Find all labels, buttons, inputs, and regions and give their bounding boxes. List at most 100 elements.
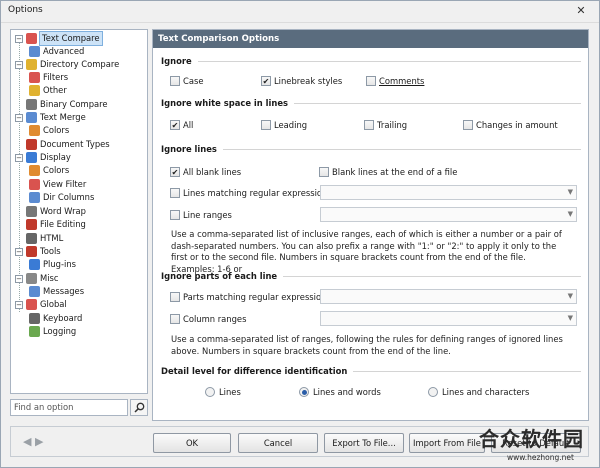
- collapse-icon[interactable]: −: [15, 60, 23, 69]
- tree-item-html[interactable]: HTML: [26, 232, 63, 245]
- view-filter-icon: [29, 179, 40, 190]
- tree-item-label: Messages: [43, 286, 85, 296]
- tree-item-directory-compare[interactable]: − Directory Compare: [15, 58, 119, 71]
- tree-item-keyboard[interactable]: Keyboard: [29, 312, 82, 325]
- checkbox-box[interactable]: [364, 120, 374, 130]
- detail-lines-words-radio[interactable]: Lines and words: [299, 387, 381, 397]
- section-ignore: Ignore: [161, 56, 581, 66]
- tree-item-logging[interactable]: Logging: [29, 325, 76, 338]
- tree-item-label: Binary Compare: [40, 99, 108, 109]
- whitespace-changes-checkbox[interactable]: Changes in amount: [463, 120, 558, 130]
- checkbox-box[interactable]: [261, 120, 271, 130]
- title-bar: Options ✕: [1, 1, 599, 23]
- column-ranges-dropdown[interactable]: ▼: [320, 311, 577, 326]
- parts-regex-checkbox[interactable]: Parts matching regular expression: [170, 292, 326, 302]
- ignore-comments-checkbox[interactable]: Comments: [366, 76, 424, 86]
- radio-dot[interactable]: [428, 387, 438, 397]
- whitespace-leading-checkbox[interactable]: Leading: [261, 120, 307, 130]
- tree-item-messages[interactable]: Messages: [29, 285, 84, 298]
- ok-button[interactable]: OK: [153, 433, 231, 453]
- checkbox-box[interactable]: [170, 76, 180, 86]
- ignore-case-checkbox[interactable]: Case: [170, 76, 204, 86]
- tree-item-misc[interactable]: − Misc: [15, 272, 59, 285]
- whitespace-trailing-checkbox[interactable]: Trailing: [364, 120, 407, 130]
- radio-dot[interactable]: [299, 387, 309, 397]
- line-ranges-dropdown[interactable]: ▼: [320, 207, 577, 222]
- column-ranges-checkbox[interactable]: Column ranges: [170, 314, 246, 324]
- tree-item-display[interactable]: − Display: [15, 151, 71, 164]
- whitespace-all-checkbox[interactable]: ✔ All: [170, 120, 193, 130]
- tree-item-tools[interactable]: − Tools: [15, 245, 61, 258]
- tree-item-label: Word Wrap: [40, 206, 86, 216]
- lines-regex-dropdown[interactable]: ▼: [320, 185, 577, 200]
- radio-dot[interactable]: [205, 387, 215, 397]
- tree-item-dir-columns[interactable]: Dir Columns: [29, 191, 94, 204]
- tree-item-label: Colors: [43, 125, 70, 135]
- detail-lines-chars-radio[interactable]: Lines and characters: [428, 387, 529, 397]
- checkbox-box[interactable]: [366, 76, 376, 86]
- filter-icon: [29, 72, 40, 83]
- tree-item-binary-compare[interactable]: Binary Compare: [26, 98, 108, 111]
- find-option-input[interactable]: Find an option: [10, 399, 128, 416]
- keyboard-icon: [29, 313, 40, 324]
- collapse-icon[interactable]: −: [15, 153, 23, 162]
- cancel-button[interactable]: Cancel: [238, 433, 318, 453]
- tree-item-global[interactable]: − Global: [15, 298, 67, 311]
- import-button[interactable]: Import From File: [409, 433, 485, 453]
- checkbox-box[interactable]: ✔: [261, 76, 271, 86]
- tree-item-merge-colors[interactable]: Colors: [29, 124, 69, 137]
- chevron-down-icon: ▼: [567, 314, 573, 322]
- back-forward-icon[interactable]: ◀ ▶: [23, 435, 43, 448]
- ignore-linebreak-checkbox[interactable]: ✔ Linebreak styles: [261, 76, 342, 86]
- checkbox-box[interactable]: [170, 188, 180, 198]
- radio-label: Lines and words: [313, 387, 381, 397]
- column-ranges-help: Use a comma-separated list of ranges, fo…: [171, 334, 563, 356]
- misc-icon: [26, 273, 37, 284]
- collapse-icon[interactable]: −: [15, 274, 23, 283]
- checkbox-box[interactable]: ✔: [170, 167, 180, 177]
- advanced-icon: [29, 46, 40, 57]
- lines-regex-checkbox[interactable]: Lines matching regular expression: [170, 188, 327, 198]
- checkbox-box[interactable]: [170, 292, 180, 302]
- section-title: Ignore lines: [161, 144, 217, 154]
- search-button[interactable]: [130, 399, 148, 416]
- detail-lines-radio[interactable]: Lines: [205, 387, 241, 397]
- tree-item-label: Dir Columns: [43, 192, 95, 202]
- tree-item-file-editing[interactable]: File Editing: [26, 218, 86, 231]
- collapse-icon[interactable]: −: [15, 247, 23, 256]
- checkbox-label: Lines matching regular expression: [183, 188, 328, 198]
- collapse-icon[interactable]: −: [15, 300, 23, 309]
- checkbox-box[interactable]: [170, 314, 180, 324]
- tree-item-plug-ins[interactable]: Plug-ins: [29, 258, 76, 271]
- tree-item-text-merge[interactable]: − Text Merge: [15, 111, 86, 124]
- collapse-icon[interactable]: −: [15, 113, 23, 122]
- text-compare-icon: [26, 33, 37, 44]
- parts-regex-dropdown[interactable]: ▼: [320, 289, 577, 304]
- tree-item-word-wrap[interactable]: Word Wrap: [26, 205, 86, 218]
- line-ranges-checkbox[interactable]: Line ranges: [170, 210, 232, 220]
- tree-item-label: Filters: [43, 72, 69, 82]
- tree-item-display-colors[interactable]: Colors: [29, 164, 69, 177]
- close-icon[interactable]: ✕: [569, 4, 593, 18]
- tree-item-view-filter[interactable]: View Filter: [29, 178, 86, 191]
- checkbox-label: Case: [183, 76, 204, 86]
- all-blank-lines-checkbox[interactable]: ✔ All blank lines: [170, 167, 241, 177]
- tree-item-text-compare[interactable]: − Text Compare: [15, 31, 103, 46]
- tree-item-advanced[interactable]: Advanced: [29, 45, 84, 58]
- checkbox-label: Column ranges: [183, 314, 247, 324]
- checkbox-box[interactable]: [170, 210, 180, 220]
- collapse-icon[interactable]: −: [15, 34, 23, 43]
- checkbox-box[interactable]: [463, 120, 473, 130]
- checkbox-box[interactable]: [319, 167, 329, 177]
- checkbox-box[interactable]: ✔: [170, 120, 180, 130]
- word-wrap-icon: [26, 206, 37, 217]
- export-button[interactable]: Export To File...: [324, 433, 404, 453]
- chevron-down-icon: ▼: [567, 210, 573, 218]
- tree-item-label: Colors: [43, 165, 70, 175]
- tree-item-document-types[interactable]: Document Types: [26, 138, 110, 151]
- blank-lines-end-checkbox[interactable]: Blank lines at the end of a file: [319, 167, 457, 177]
- options-tree[interactable]: − Text Compare Advanced − Directory Comp…: [10, 29, 148, 394]
- tree-item-other[interactable]: Other: [29, 84, 67, 97]
- tree-item-label: Tools: [40, 246, 61, 256]
- tree-item-filters[interactable]: Filters: [29, 71, 68, 84]
